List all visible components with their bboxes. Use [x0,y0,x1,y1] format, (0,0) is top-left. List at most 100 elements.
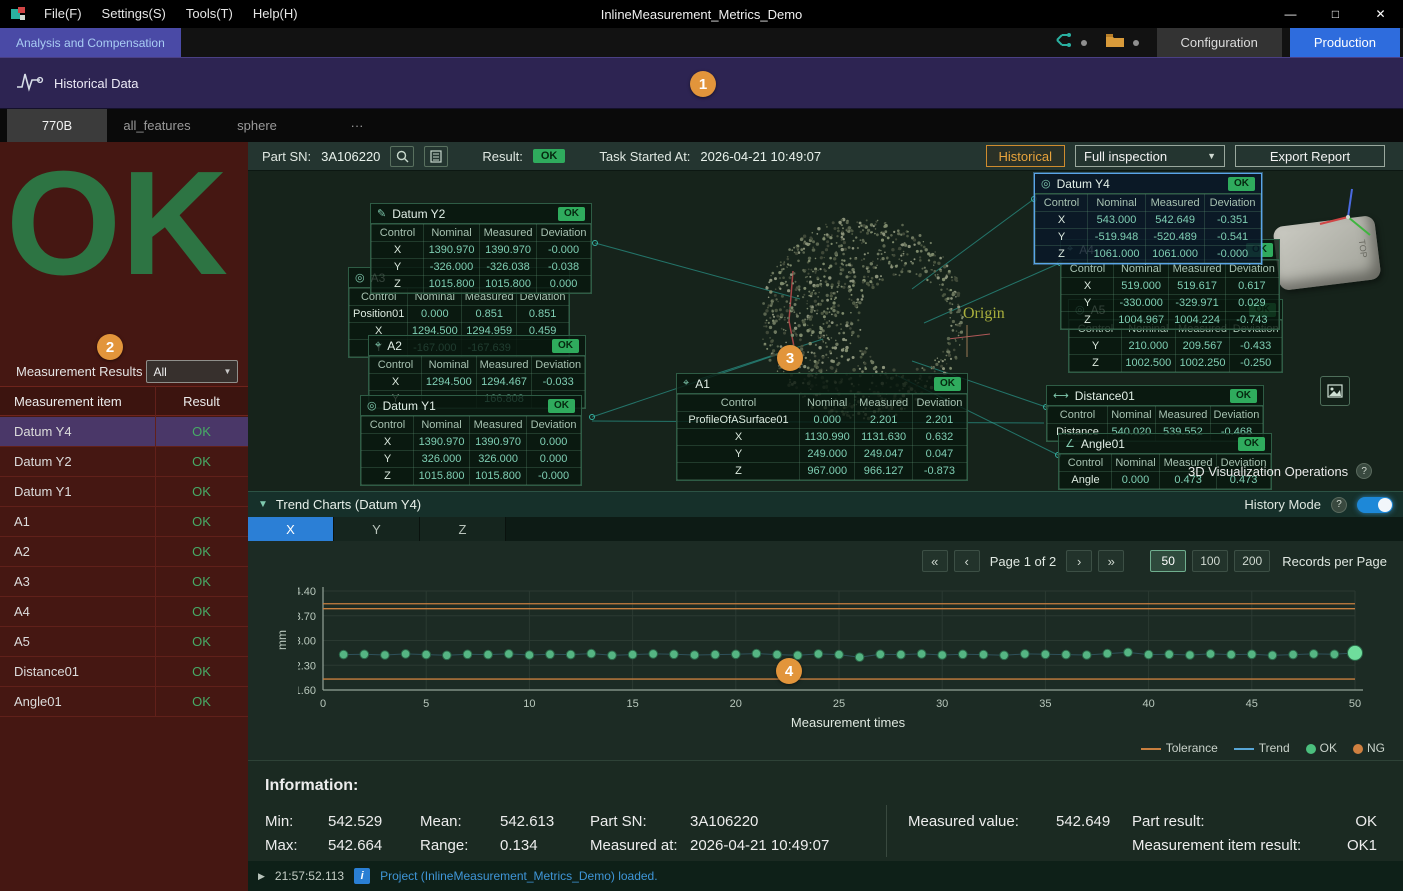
trend-chart: 544.40543.70543.00542.30541.600510152025… [298,583,1398,715]
feature-overlay-datum-y4[interactable]: ◎Datum Y4OKControlNominalMeasuredDeviati… [1034,173,1262,264]
annotation-3: 3 [777,345,803,371]
menu-file-f[interactable]: File(F) [34,0,92,28]
svg-text:543.00: 543.00 [298,636,316,648]
prev-page-button[interactable]: ‹ [954,550,980,572]
column-header-result: Result [155,394,248,409]
menu-help-h[interactable]: Help(H) [243,0,308,28]
overlay-row: Y210.000209.567-0.433 [1070,338,1282,355]
measurement-row-a4[interactable]: A4OK [0,597,248,627]
records-200-button[interactable]: 200 [1234,550,1270,572]
minimize-button[interactable]: — [1268,0,1313,28]
results-filter-dropdown[interactable]: All ▼ [146,360,238,383]
overlay-row: X519.000519.6170.617 [1062,278,1279,295]
feature-overlay-datum-y1[interactable]: ◎Datum Y1OKControlNominalMeasuredDeviati… [360,395,582,486]
circle-icon: ◎ [1041,177,1051,190]
first-page-button[interactable]: « [922,550,948,572]
history-mode-toggle[interactable] [1357,497,1393,513]
measurement-row-datum-y2[interactable]: Datum Y2OK [0,447,248,477]
axis-tab-y[interactable]: Y [334,517,420,541]
measurement-result-value: OK [155,424,248,439]
snapshot-button[interactable] [1320,376,1350,406]
measurement-row-angle01[interactable]: Angle01OK [0,687,248,717]
measurement-item-label: Angle01 [0,694,155,709]
history-mode-label: History Mode [1244,497,1321,512]
measurement-row-distance01[interactable]: Distance01OK [0,657,248,687]
axis-triad-icon [1320,189,1370,235]
overlay-column-header: Control [1048,407,1108,424]
records-50-button[interactable]: 50 [1150,550,1186,572]
measurement-result-value: OK [155,574,248,589]
overlay-title: Datum Y4 [1057,177,1222,191]
close-button[interactable]: ✕ [1358,0,1403,28]
axis-tab-z[interactable]: Z [420,517,506,541]
overlay-column-header: Deviation [532,357,585,374]
annotation-2: 2 [97,334,123,360]
overlay-row: X1390.9701390.970-0.000 [372,242,591,259]
menu-tools-t[interactable]: Tools(T) [176,0,243,28]
pencil-icon: ✎ [377,207,386,220]
svg-text:35: 35 [1039,698,1051,710]
svg-text:544.40: 544.40 [298,586,316,598]
svg-text:541.60: 541.60 [298,685,316,697]
menu-settings-s[interactable]: Settings(S) [92,0,176,28]
target-icon: ⌖ [375,339,381,352]
log-timestamp: 21:57:52.113 [275,869,344,883]
help-icon[interactable]: ? [1356,463,1372,479]
feature-overlay-a1[interactable]: ⌖A1OKControlNominalMeasuredDeviationProf… [676,373,968,481]
3d-viewport[interactable]: TOP ◎A3ControlNominalMeasuredDeviationPo… [248,171,1403,491]
overlay-row: Position010.0000.8510.851 [350,306,569,323]
measurement-row-a2[interactable]: A2OK [0,537,248,567]
inspection-mode-dropdown[interactable]: Full inspection ▼ [1075,145,1225,167]
feature-overlay-angle01[interactable]: ∠Angle01OKControlNominalMeasuredDeviatio… [1058,433,1272,490]
measurement-row-a5[interactable]: A5OK [0,627,248,657]
tab-analysis-and-compensation[interactable]: Analysis and Compensation [0,28,181,57]
overlay-title: A1 [695,377,928,391]
expand-log-icon[interactable]: ▶ [258,871,265,882]
measurement-row-a1[interactable]: A1OK [0,507,248,537]
svg-text:20: 20 [730,698,742,710]
report-list-button[interactable] [424,146,448,167]
configuration-button[interactable]: Configuration [1157,28,1282,57]
collapse-icon[interactable]: ▼ [258,499,268,510]
information-title: Information: [265,777,358,795]
annotation-4: 4 [776,658,802,684]
historical-data-icon [14,68,44,99]
measurement-row-datum-y1[interactable]: Datum Y1OK [0,477,248,507]
measured-value-label: Measured value: [908,813,1019,830]
device-connection-icon[interactable] [1053,31,1073,54]
help-icon[interactable]: ? [1331,497,1347,513]
historical-data-banner[interactable]: Historical Data 1 [0,57,1403,109]
overlay-column-header: Deviation [1210,407,1262,424]
mean-label: Mean: [420,813,462,830]
overlay-column-header: Measured [470,417,527,434]
measurement-item-label: Datum Y1 [0,484,155,499]
project-folder-icon[interactable] [1105,32,1125,53]
measurement-row-a3[interactable]: A3OK [0,567,248,597]
measurement-row-datum-y4[interactable]: Datum Y4OK [0,417,248,447]
axis-tab-x[interactable]: X [248,517,334,541]
status-badge: OK [558,207,585,221]
records-100-button[interactable]: 100 [1192,550,1228,572]
origin-label: Origin [963,305,1005,323]
status-badge: OK [934,377,961,391]
overlay-column-header: Control [678,395,800,412]
toggle-knob [1378,498,1392,512]
last-page-button[interactable]: » [1098,550,1124,572]
maximize-button[interactable]: □ [1313,0,1358,28]
item-result-value: OK1 [1347,837,1377,854]
subtab-all-features[interactable]: all_features [107,109,207,142]
historical-button[interactable]: Historical [986,145,1065,167]
overlay-title: Datum Y2 [392,207,552,221]
production-button[interactable]: Production [1290,28,1400,57]
subtab-sphere[interactable]: sphere [207,109,307,142]
next-page-button[interactable]: › [1066,550,1092,572]
feature-overlay-datum-y2[interactable]: ✎Datum Y2OKControlNominalMeasuredDeviati… [370,203,592,294]
measured-at-label: Measured at: [590,837,678,854]
subtab-770b[interactable]: 770B [7,109,107,142]
search-button[interactable] [390,146,414,167]
subtab-[interactable]: ··· [307,109,407,142]
task-started-label: Task Started At: [599,149,690,164]
svg-text:40: 40 [1142,698,1154,710]
viz-ops-label: 3D Visualization Operations [1188,464,1348,479]
export-report-button[interactable]: Export Report [1235,145,1385,167]
